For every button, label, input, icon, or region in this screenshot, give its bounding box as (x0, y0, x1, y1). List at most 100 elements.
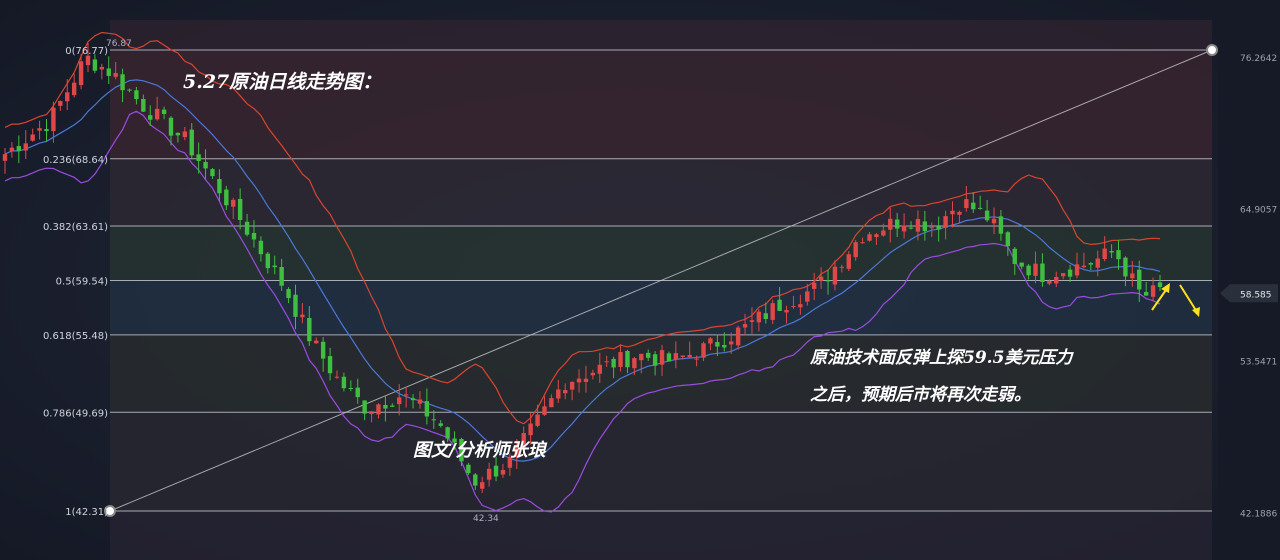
candle-body (148, 115, 153, 120)
fib-level-label: 0.618(55.48) (43, 331, 108, 342)
fib-level-label: 0.382(63.61) (43, 222, 108, 233)
candle-body (1019, 262, 1024, 267)
candle-body (715, 342, 720, 347)
price-tick-label: 64.9057 (1240, 206, 1277, 216)
candle-body (500, 470, 506, 475)
trend-handle-high[interactable] (1206, 44, 1218, 56)
candle-body (71, 82, 77, 96)
candle-body (85, 55, 91, 66)
fib-level-label: 0.5(59.54) (56, 277, 108, 288)
candle-body (708, 338, 713, 344)
candle-body (936, 226, 941, 230)
candle-body (65, 92, 70, 102)
candle-body (563, 390, 568, 394)
price-tick-label: 42.1886 (1240, 510, 1277, 520)
candle-body (867, 234, 872, 241)
candle-body (23, 143, 28, 151)
candle-body (673, 353, 679, 360)
candle-body (825, 280, 831, 282)
candle-body (811, 282, 817, 289)
candle-body (742, 324, 748, 328)
candle-body (417, 399, 423, 404)
fib-zone (110, 280, 1212, 335)
candle-body (307, 317, 312, 342)
candle-body (51, 107, 56, 132)
candle-body (749, 320, 755, 322)
candlestick-chart[interactable]: 0(76.77) 0.236(68.64) 0.382(63.61) 0.5(59.5… (0, 0, 1280, 560)
candle-body (486, 468, 492, 480)
fib-zone (110, 50, 1212, 159)
candle-body (265, 253, 271, 269)
right-price-axis: 76.2642 64.9057 53.5471 42.1886 58.585 (1218, 0, 1280, 560)
candle-body (258, 240, 264, 255)
candle-body (37, 128, 42, 131)
candle-body (625, 350, 630, 368)
fib-zone-top (110, 20, 1212, 50)
candle-body (224, 189, 229, 206)
candle-body (1054, 277, 1059, 284)
candle-body (431, 419, 437, 421)
candle-body (728, 341, 734, 345)
candle-body (984, 210, 990, 221)
candle-body (397, 397, 402, 405)
candle-body (853, 242, 858, 258)
candle-body (161, 109, 167, 115)
candle-body (971, 202, 976, 210)
candle-body (528, 423, 533, 436)
analysis-text-line2: 之后，预期后市将再次走弱。 (810, 385, 1031, 405)
candle-body (894, 219, 900, 229)
candle-body (1123, 257, 1128, 277)
fib-level-label: 0.236(68.64) (43, 155, 108, 166)
candle-body (632, 358, 637, 369)
candle-body (189, 129, 194, 156)
candle-body (348, 387, 354, 389)
candle-body (1116, 250, 1121, 260)
candle-body (763, 313, 768, 320)
candle-body (1074, 264, 1080, 276)
fib-zone (110, 412, 1212, 511)
candle-body (832, 266, 838, 285)
candle-body (977, 207, 983, 209)
candle-body (272, 265, 277, 268)
candle-body (1081, 265, 1087, 268)
candle-body (217, 179, 222, 194)
candle-body (438, 423, 443, 426)
candle-body (237, 198, 243, 221)
fib-level-label: 0.786(49.69) (43, 408, 108, 419)
candle-body (141, 98, 146, 112)
candle-body (576, 378, 582, 383)
fib-level-label: 1(42.31) (65, 507, 108, 518)
fib-level-label: 0(76.77) (65, 46, 108, 57)
candle-body (908, 227, 914, 229)
candle-body (466, 464, 471, 474)
candle-body (590, 372, 596, 376)
fib-zone (110, 226, 1212, 281)
candle-body (493, 465, 499, 477)
candle-body (327, 356, 333, 374)
candle-body (922, 221, 928, 232)
candle-body (646, 352, 651, 358)
candle-body (231, 199, 236, 207)
candle-body (639, 353, 644, 361)
candle-body (798, 304, 803, 308)
candle-body (901, 225, 907, 232)
candle-body (300, 314, 305, 318)
candle-body (168, 117, 174, 136)
candle-body (2, 154, 8, 161)
candle-body (957, 211, 962, 215)
candle-body (888, 218, 893, 230)
axis-panel (1218, 0, 1280, 560)
candle-body (604, 361, 609, 363)
current-price-label: 58.585 (1240, 290, 1272, 300)
candle-body (410, 398, 416, 401)
candle-body (314, 340, 319, 344)
price-tick-label: 76.2642 (1240, 54, 1277, 64)
candle-body (30, 134, 35, 141)
candle-body (251, 232, 257, 240)
author-label: 图文/分析师张琅 (413, 440, 548, 461)
candle-body (881, 230, 886, 236)
candle-body (293, 294, 298, 317)
candle-body (1143, 292, 1149, 296)
candle-body (210, 169, 215, 177)
candle-body (542, 406, 547, 415)
